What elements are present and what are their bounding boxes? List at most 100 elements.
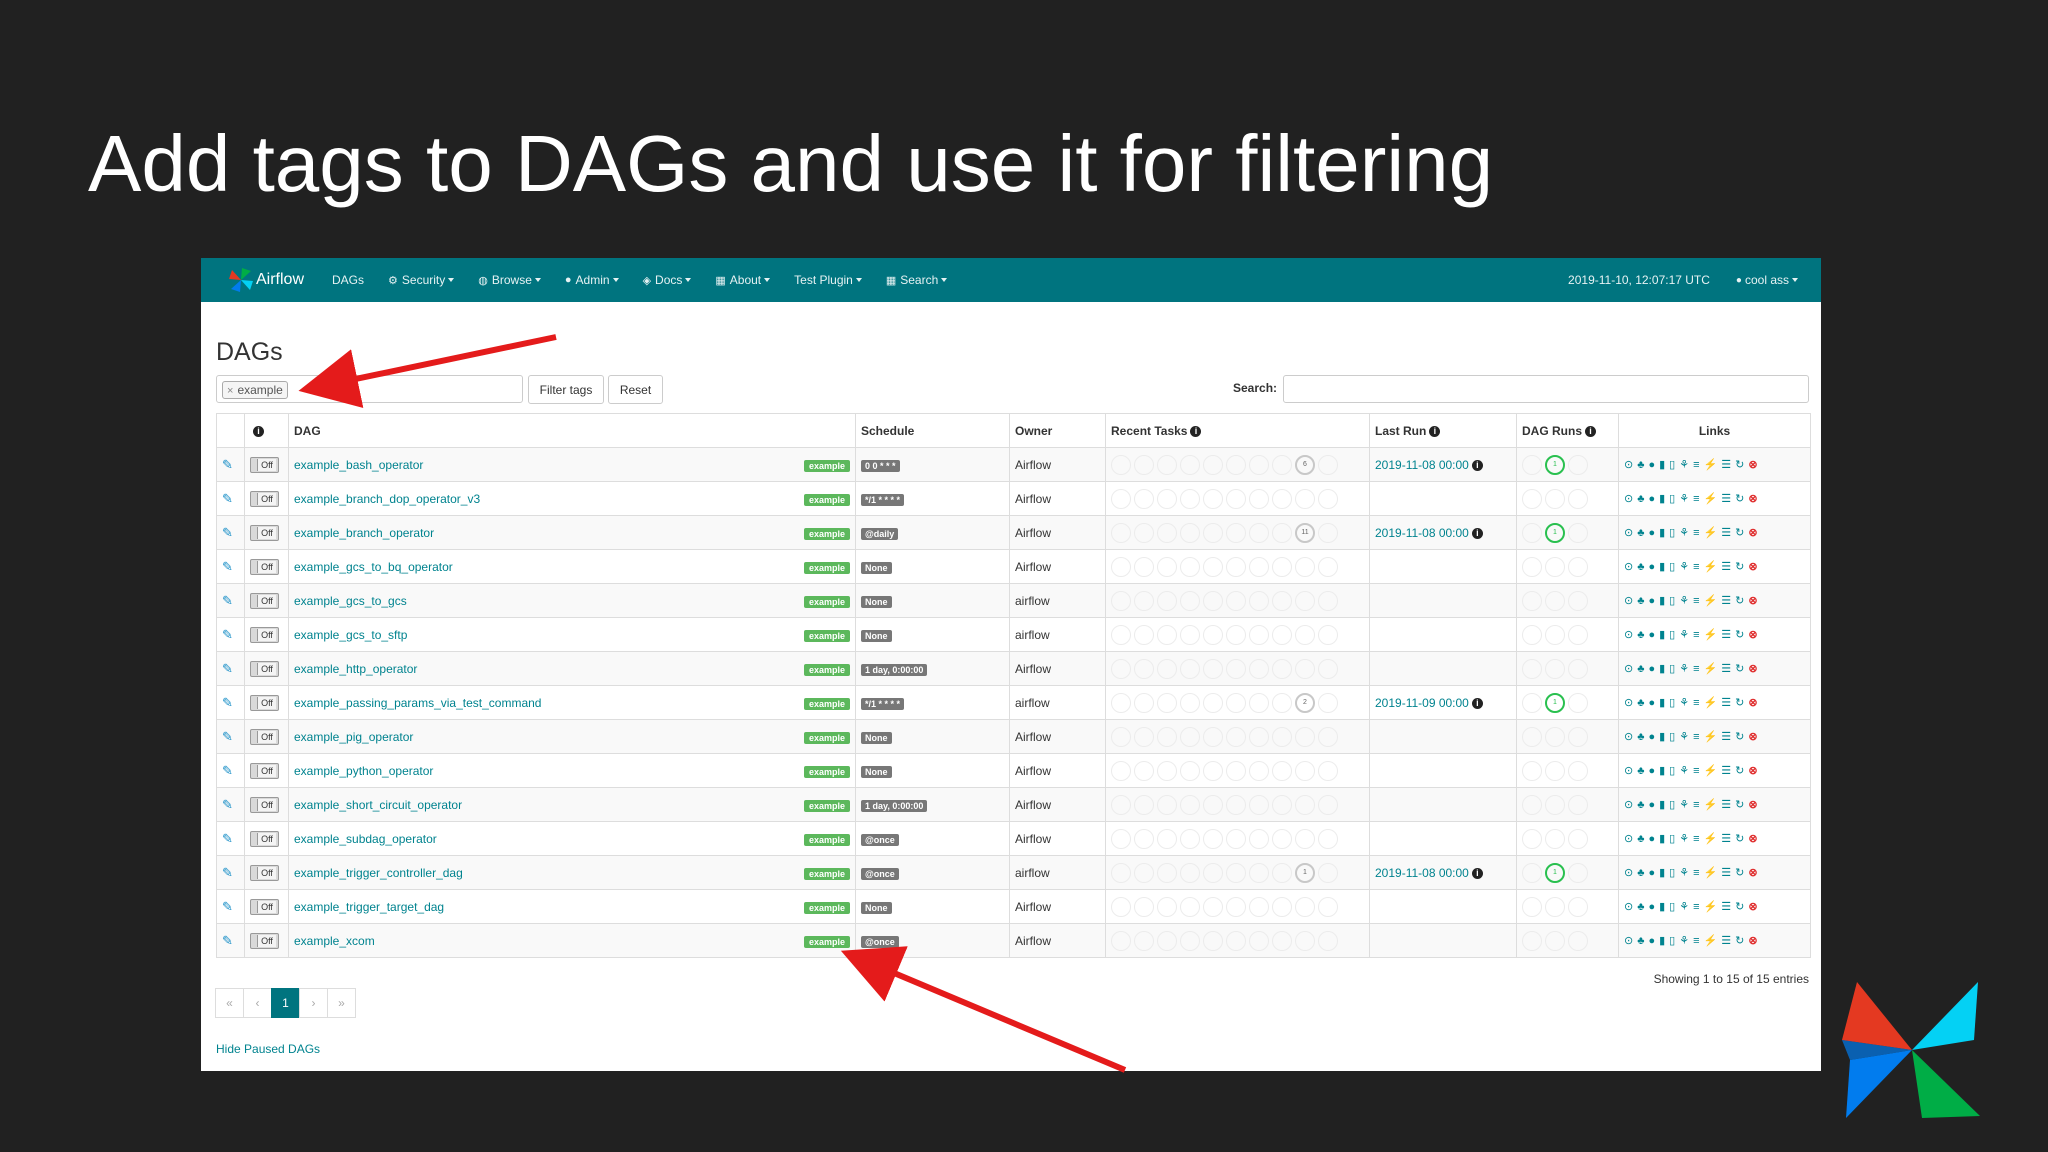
trigger-dag-icon[interactable]: ⊙ [1624,866,1633,879]
tag-badge[interactable]: example [803,833,850,846]
task-state-circle[interactable] [1180,930,1200,951]
graph-view-icon[interactable]: ● [1648,765,1655,777]
task-state-circle[interactable] [1249,590,1269,611]
task-state-circle[interactable] [1203,862,1223,883]
tag-badge[interactable]: example [803,867,850,880]
task-state-circle[interactable] [1180,556,1200,577]
code-icon[interactable]: ▯ [1669,696,1675,709]
run-state-circle[interactable] [1568,692,1588,713]
run-state-circle[interactable] [1522,726,1542,747]
delete-icon[interactable]: ⊗ [1748,696,1757,709]
gantt-icon[interactable]: ⚘ [1679,560,1689,573]
details-icon[interactable]: ☰ [1721,900,1731,913]
run-state-circle[interactable] [1545,590,1565,611]
delete-icon[interactable]: ⊗ [1748,560,1757,573]
code-icon[interactable]: ▯ [1669,866,1675,879]
task-state-circle[interactable] [1180,624,1200,645]
code-icon[interactable]: ▯ [1669,730,1675,743]
run-state-circle[interactable] [1522,488,1542,509]
task-state-circle[interactable] [1249,488,1269,509]
task-state-circle[interactable] [1111,862,1131,883]
run-state-circle[interactable] [1522,862,1542,883]
search-input[interactable] [1283,375,1809,403]
refresh-icon[interactable]: ↻ [1735,458,1744,471]
task-state-circle[interactable] [1226,624,1246,645]
details-icon[interactable]: ☰ [1721,492,1731,505]
task-state-circle[interactable] [1318,556,1338,577]
task-state-circle[interactable] [1203,896,1223,917]
task-state-circle[interactable] [1111,522,1131,543]
task-state-circle[interactable] [1180,896,1200,917]
task-state-circle[interactable] [1180,726,1200,747]
task-state-circle[interactable]: 6 [1295,454,1315,475]
task-state-circle[interactable] [1111,590,1131,611]
task-state-circle[interactable] [1226,692,1246,713]
refresh-icon[interactable]: ↻ [1735,628,1744,641]
graph-view-icon[interactable]: ● [1648,799,1655,811]
trigger-dag-icon[interactable]: ⊙ [1624,832,1633,845]
graph-view-icon[interactable]: ● [1648,595,1655,607]
duration-chart-icon[interactable]: ▮ [1659,900,1665,913]
task-state-circle[interactable] [1157,930,1177,951]
task-state-circle[interactable] [1272,726,1292,747]
dag-link[interactable]: example_passing_params_via_test_command [294,696,541,710]
task-state-circle[interactable] [1249,522,1269,543]
details-icon[interactable]: ☰ [1721,832,1731,845]
graph-view-icon[interactable]: ● [1648,833,1655,845]
gantt-icon[interactable]: ⚘ [1679,526,1689,539]
tree-view-icon[interactable]: ♣ [1637,731,1644,743]
pause-toggle[interactable]: Off [250,660,279,677]
nav-about[interactable]: ▦ About [703,273,782,287]
tree-view-icon[interactable]: ♣ [1637,697,1644,709]
landing-times-icon[interactable]: ⚡ [1704,662,1718,675]
edit-icon[interactable]: ✎ [222,661,233,676]
dag-link[interactable]: example_trigger_controller_dag [294,866,463,880]
edit-icon[interactable]: ✎ [222,559,233,574]
task-state-circle[interactable] [1134,454,1154,475]
task-state-circle[interactable] [1134,624,1154,645]
task-state-circle[interactable] [1249,760,1269,781]
run-state-circle[interactable] [1545,794,1565,815]
task-state-circle[interactable] [1157,896,1177,917]
task-tries-icon[interactable]: ≡ [1693,731,1699,743]
task-state-circle[interactable] [1157,556,1177,577]
task-state-circle[interactable] [1180,488,1200,509]
run-state-circle[interactable] [1545,658,1565,679]
delete-icon[interactable]: ⊗ [1748,730,1757,743]
graph-view-icon[interactable]: ● [1648,459,1655,471]
task-state-circle[interactable] [1226,930,1246,951]
duration-chart-icon[interactable]: ▮ [1659,526,1665,539]
task-state-circle[interactable] [1272,692,1292,713]
run-state-circle[interactable] [1568,930,1588,951]
edit-icon[interactable]: ✎ [222,899,233,914]
pause-toggle[interactable]: Off [250,932,279,949]
code-icon[interactable]: ▯ [1669,832,1675,845]
tag-chip[interactable]: × example [222,381,288,399]
pause-toggle[interactable]: Off [250,864,279,881]
refresh-icon[interactable]: ↻ [1735,832,1744,845]
header-schedule[interactable]: Schedule [855,413,1010,448]
task-state-circle[interactable] [1180,590,1200,611]
pause-toggle[interactable]: Off [250,762,279,779]
task-state-circle[interactable] [1134,930,1154,951]
run-state-circle[interactable]: 1 [1545,862,1565,883]
pause-toggle[interactable]: Off [250,558,279,575]
gantt-icon[interactable]: ⚘ [1679,492,1689,505]
task-tries-icon[interactable]: ≡ [1693,493,1699,505]
task-state-circle[interactable] [1111,896,1131,917]
task-state-circle[interactable] [1157,862,1177,883]
tag-badge[interactable]: example [803,799,850,812]
duration-chart-icon[interactable]: ▮ [1659,764,1665,777]
graph-view-icon[interactable]: ● [1648,493,1655,505]
edit-icon[interactable]: ✎ [222,933,233,948]
task-state-circle[interactable] [1295,760,1315,781]
landing-times-icon[interactable]: ⚡ [1704,934,1718,947]
landing-times-icon[interactable]: ⚡ [1704,628,1718,641]
tag-badge[interactable]: example [803,629,850,642]
code-icon[interactable]: ▯ [1669,934,1675,947]
task-state-circle[interactable] [1157,794,1177,815]
reset-button[interactable]: Reset [608,375,663,404]
graph-view-icon[interactable]: ● [1648,867,1655,879]
task-state-circle[interactable] [1318,658,1338,679]
task-state-circle[interactable] [1226,488,1246,509]
